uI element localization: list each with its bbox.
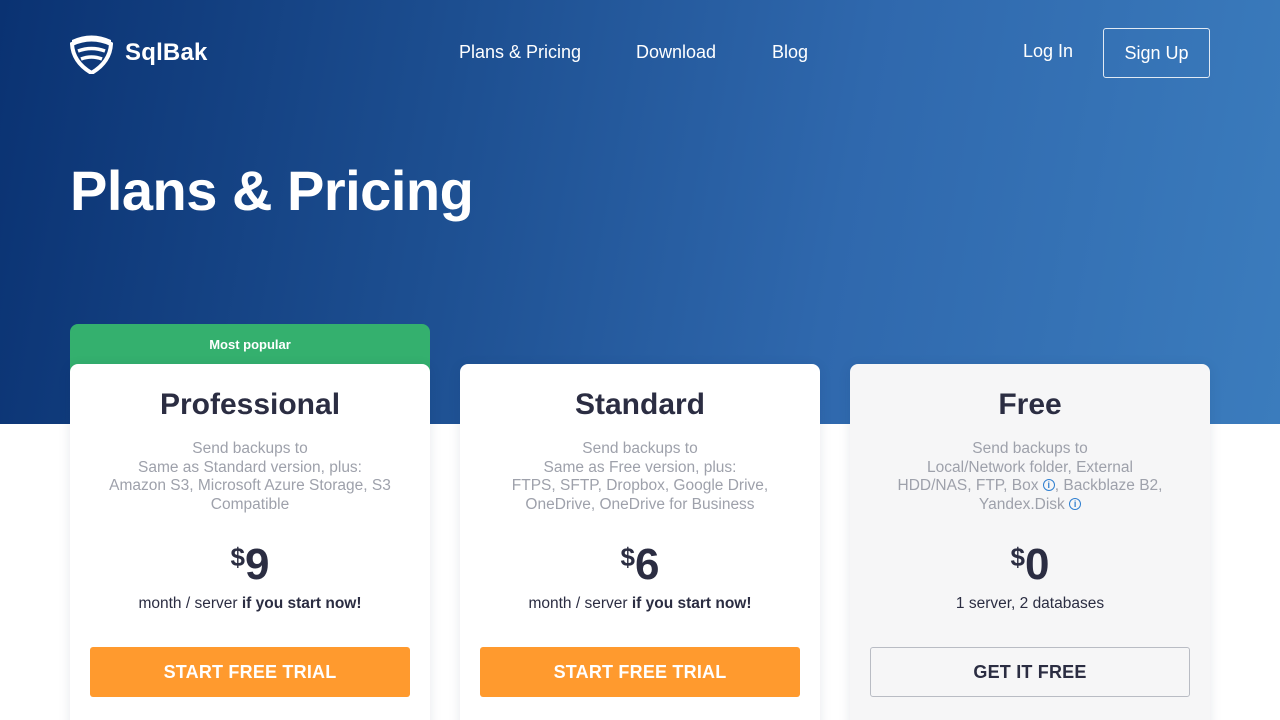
desc-line: Same as Standard version, plus: — [137, 458, 362, 476]
price-note: month / server if you start now! — [70, 595, 430, 613]
start-free-trial-button[interactable]: START FREE TRIAL — [480, 647, 800, 697]
plan-price: $6 — [460, 540, 820, 590]
plan-card-free: Free Send backups to Local/Network folde… — [850, 364, 1210, 720]
login-link[interactable]: Log In — [1023, 41, 1073, 62]
desc-line: HDD/NAS, FTP, Box i, Backblaze B2, — [870, 477, 1190, 496]
desc-line: Local/Network folder, External — [927, 458, 1133, 476]
nav-plans-pricing[interactable]: Plans & Pricing — [459, 42, 581, 63]
start-free-trial-button[interactable]: START FREE TRIAL — [90, 647, 410, 697]
plan-name: Standard — [574, 388, 706, 421]
shield-logo-icon — [70, 35, 113, 74]
desc-line: OneDrive, OneDrive for Business — [525, 495, 755, 513]
info-icon[interactable]: i — [1042, 479, 1055, 491]
get-it-free-button[interactable]: GET IT FREE — [870, 647, 1190, 697]
plan-name: Free — [998, 388, 1062, 421]
nav-download[interactable]: Download — [636, 42, 716, 63]
price-amount: 6 — [634, 540, 660, 589]
desc-line-part: Yandex.Disk — [978, 495, 1065, 513]
plan-name: Professional — [159, 388, 341, 421]
desc-line: Compatible — [210, 495, 290, 513]
price-note-prefix: month / server — [528, 595, 628, 612]
brand-name: SqlBak — [125, 39, 208, 66]
desc-line: Yandex.Disk i — [870, 496, 1190, 515]
plan-price: $0 — [850, 540, 1210, 590]
price-note-emphasis: if you start now! — [241, 595, 362, 612]
price-note: month / server if you start now! — [460, 595, 820, 613]
plan-card-professional: Professional Send backups to Same as Sta… — [70, 364, 430, 720]
price-note-emphasis: if you start now! — [631, 595, 752, 612]
signup-button[interactable]: Sign Up — [1103, 28, 1210, 78]
price-note-prefix: month / server — [138, 595, 238, 612]
desc-line: FTPS, SFTP, Dropbox, Google Drive, — [511, 477, 769, 494]
desc-line: Amazon S3, Microsoft Azure Storage, S3 — [109, 477, 391, 494]
price-amount: 9 — [244, 540, 270, 589]
plan-card-standard: Standard Send backups to Same as Free ve… — [460, 364, 820, 720]
plan-description: Send backups to Same as Standard version… — [90, 440, 410, 514]
desc-line-part: , Backblaze B2, — [1054, 477, 1163, 494]
desc-label: Send backups to — [192, 440, 308, 457]
desc-line-part: HDD/NAS, FTP, Box — [897, 477, 1039, 494]
plan-price: $9 — [70, 540, 430, 590]
currency-symbol: $ — [620, 542, 635, 572]
desc-label: Send backups to — [972, 440, 1088, 457]
info-icon[interactable]: i — [1069, 497, 1082, 510]
desc-line: Same as Free version, plus: — [543, 458, 737, 476]
page-title: Plans & Pricing — [70, 159, 474, 222]
price-note: 1 server, 2 databases — [955, 595, 1105, 612]
plan-description: Send backups to Local/Network folder, Ex… — [870, 440, 1190, 514]
plan-description: Send backups to Same as Free version, pl… — [480, 440, 800, 514]
currency-symbol: $ — [230, 542, 245, 572]
currency-symbol: $ — [1010, 542, 1025, 572]
price-amount: 0 — [1024, 540, 1050, 589]
brand-logo[interactable]: SqlBak — [70, 32, 208, 74]
site-header: SqlBak Plans & Pricing Download Blog Log… — [0, 0, 1280, 106]
nav-blog[interactable]: Blog — [772, 42, 808, 63]
desc-label: Send backups to — [582, 440, 698, 457]
